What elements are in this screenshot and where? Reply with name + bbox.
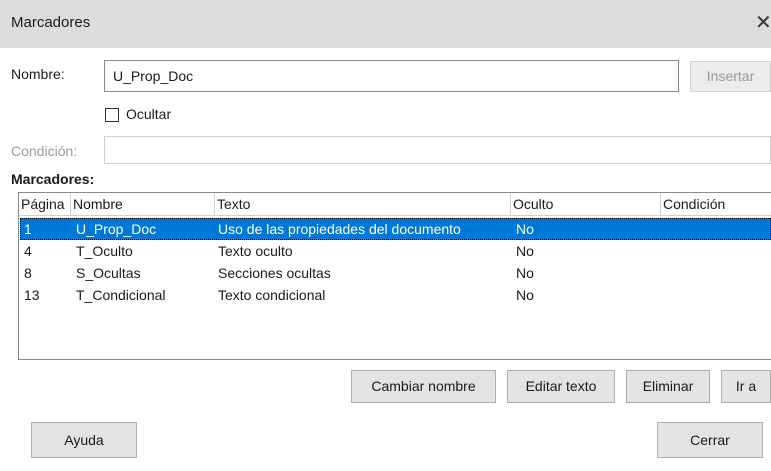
cell-pagina: 4 — [24, 243, 32, 259]
table-row[interactable]: 8 S_Ocultas Secciones ocultas No — [20, 262, 771, 284]
table-row[interactable]: 4 T_Oculto Texto oculto No — [20, 240, 771, 262]
cell-nombre: T_Oculto — [76, 243, 133, 259]
cell-texto: Uso de las propiedades del documento — [218, 221, 461, 237]
cell-texto: Texto condicional — [218, 287, 326, 303]
window-title: Marcadores — [11, 14, 91, 31]
ir-a-button[interactable]: Ir a — [721, 370, 771, 403]
cambiar-nombre-button[interactable]: Cambiar nombre — [351, 370, 496, 403]
ayuda-button[interactable]: Ayuda — [31, 422, 137, 458]
condicion-label: Condición: — [11, 143, 78, 159]
nombre-label: Nombre: — [11, 66, 65, 82]
bookmarks-table[interactable]: Página Nombre Texto Oculto Condición 1 U… — [18, 192, 771, 360]
column-header-pagina[interactable]: Página — [19, 193, 71, 215]
cell-pagina: 1 — [24, 221, 32, 237]
marcadores-heading: Marcadores: — [11, 171, 95, 187]
column-header-nombre[interactable]: Nombre — [71, 193, 215, 215]
cell-nombre: T_Condicional — [76, 287, 166, 303]
dialog-body: Nombre: U_Prop_Doc Insertar Ocultar Cond… — [0, 48, 771, 471]
eliminar-button[interactable]: Eliminar — [626, 370, 710, 403]
column-header-texto[interactable]: Texto — [215, 193, 511, 215]
table-header: Página Nombre Texto Oculto Condición — [19, 193, 771, 216]
table-row[interactable]: 1 U_Prop_Doc Uso de las propiedades del … — [20, 218, 771, 240]
ocultar-label[interactable]: Ocultar — [126, 106, 171, 122]
table-row[interactable]: 13 T_Condicional Texto condicional No — [20, 284, 771, 306]
cell-texto: Texto oculto — [218, 243, 293, 259]
insertar-button[interactable]: Insertar — [690, 61, 771, 92]
close-icon[interactable]: ✕ — [755, 12, 771, 34]
editar-texto-button[interactable]: Editar texto — [507, 370, 615, 403]
cell-oculto: No — [516, 221, 534, 237]
cerrar-button[interactable]: Cerrar — [657, 422, 763, 458]
cell-texto: Secciones ocultas — [218, 265, 331, 281]
ocultar-checkbox[interactable] — [105, 108, 119, 122]
column-header-condicion[interactable]: Condición — [661, 193, 771, 215]
cell-oculto: No — [516, 243, 534, 259]
cell-nombre: S_Ocultas — [76, 265, 141, 281]
cell-nombre: U_Prop_Doc — [76, 221, 157, 237]
condicion-input[interactable] — [104, 136, 771, 164]
cell-pagina: 13 — [24, 287, 40, 303]
column-header-oculto[interactable]: Oculto — [511, 193, 661, 215]
cell-oculto: No — [516, 287, 534, 303]
cell-pagina: 8 — [24, 265, 32, 281]
title-bar: Marcadores ✕ — [0, 0, 771, 48]
nombre-input[interactable]: U_Prop_Doc — [104, 60, 679, 92]
cell-oculto: No — [516, 265, 534, 281]
